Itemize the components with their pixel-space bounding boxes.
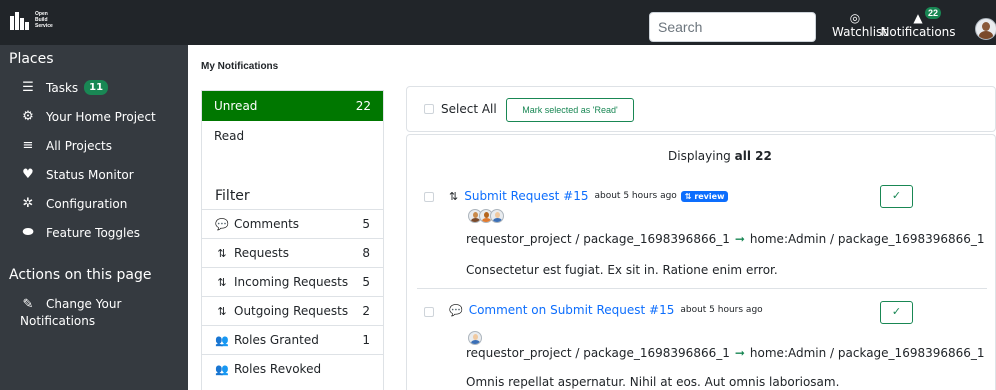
toggle-icon: ⬬ xyxy=(22,225,34,240)
tasks-icon: ☰ xyxy=(22,80,34,95)
tab-read[interactable]: Read xyxy=(202,121,383,151)
search-input[interactable]: Search xyxy=(649,12,816,42)
notification-time: about 5 hours ago xyxy=(594,191,677,201)
avatar-group xyxy=(468,209,504,223)
sidebar-item-configuration[interactable]: ✲ Configuration xyxy=(20,196,128,211)
filter-comments[interactable]: 💬 Comments 5 xyxy=(202,209,383,238)
source-package: requestor_project / package_1698396866_1 xyxy=(466,232,730,246)
list-icon: ≡ xyxy=(22,138,34,153)
sidebar-item-all-projects[interactable]: ≡ All Projects xyxy=(20,138,112,153)
sidebar-action-label-line2[interactable]: Notifications xyxy=(20,314,95,328)
review-badge: ⇅ review xyxy=(680,190,729,202)
notification-title-row: 💬 Comment on Submit Request #15 about 5 … xyxy=(449,303,763,317)
tasks-count-badge: 11 xyxy=(84,80,109,95)
top-navbar: Open Build Service Search ◎ Watchlist ▲ … xyxy=(0,0,996,45)
filter-outgoing-requests[interactable]: ⇅ Outgoing Requests 2 xyxy=(202,296,383,325)
source-package: requestor_project / package_1698396866_1 xyxy=(466,346,730,360)
user-avatar[interactable] xyxy=(975,18,996,40)
edit-icon: ✎ xyxy=(22,297,34,312)
notifications-count-badge: 22 xyxy=(925,7,942,19)
notification-description: Omnis repellat aspernatur. Nihil at eos.… xyxy=(466,375,840,389)
filter-heading: Filter xyxy=(215,188,250,204)
notification-time: about 5 hours ago xyxy=(680,305,763,315)
select-all-checkbox[interactable] xyxy=(424,104,434,114)
unread-count: 22 xyxy=(355,99,371,113)
filter-roles-revoked[interactable]: 👥 Roles Revoked xyxy=(202,354,383,383)
sidebar-item-home-project[interactable]: ⚙ Your Home Project xyxy=(20,109,156,124)
watchlist-label: Watchlist xyxy=(832,25,887,39)
request-icon: ⇅ xyxy=(449,189,459,203)
notifications-button[interactable]: ▲ Notifications xyxy=(880,11,956,39)
sidebar-item-tasks[interactable]: ☰ Tasks 11 xyxy=(20,80,109,95)
avatar xyxy=(468,331,482,345)
page-title: My Notifications xyxy=(201,61,279,72)
sidebar-action-change-notifications[interactable]: ✎ Change Your xyxy=(20,297,122,312)
notification-title-row: ⇅ Submit Request #15 about 5 hours ago ⇅… xyxy=(449,189,729,203)
sidebar-item-feature-toggles[interactable]: ⬬ Feature Toggles xyxy=(20,225,140,240)
mark-read-button[interactable]: ✓ xyxy=(880,301,913,324)
notification-link[interactable]: Submit Request #15 xyxy=(464,189,588,203)
mark-selected-read-button[interactable]: Mark selected as 'Read' xyxy=(506,98,634,122)
user-group-icon: 👥 xyxy=(215,333,229,347)
target-package: home:Admin / package_1698396866_1 xyxy=(749,232,985,246)
home-project-icon: ⚙ xyxy=(22,109,34,124)
comments-icon: 💬 xyxy=(215,217,229,231)
filter-requests[interactable]: ⇅ Requests 8 xyxy=(202,238,383,267)
filter-incoming-requests[interactable]: ⇅ Incoming Requests 5 xyxy=(202,267,383,296)
displaying-count: Displaying all 22 xyxy=(668,149,772,163)
places-heading: Places xyxy=(9,51,54,67)
request-icon: ⇅ xyxy=(217,304,227,318)
arrow-right-icon: ➞ xyxy=(734,346,745,360)
comments-icon: 💬 xyxy=(449,303,463,317)
heartbeat-icon: ♥ xyxy=(22,167,34,182)
avatar-group xyxy=(468,331,482,345)
watchlist-button[interactable]: ◎ Watchlist xyxy=(832,11,887,39)
request-route: requestor_project / package_1698396866_1… xyxy=(466,232,985,246)
target-package: home:Admin / package_1698396866_1 xyxy=(749,346,985,360)
notification-checkbox[interactable] xyxy=(424,192,434,202)
divider xyxy=(417,288,987,289)
obs-logo[interactable]: Open Build Service xyxy=(10,11,65,35)
logo-text: Open Build Service xyxy=(35,11,53,29)
notification-list: Displaying all 22 ⇅ Submit Request #15 a… xyxy=(406,134,996,390)
tab-unread[interactable]: Unread 22 xyxy=(202,91,383,121)
bell-icon: ▲ xyxy=(913,11,923,25)
actions-heading: Actions on this page xyxy=(9,267,152,283)
filter-panel: Unread 22 Read Filter 💬 Comments 5 ⇅ Reque… xyxy=(201,90,384,390)
select-all-label[interactable]: Select All xyxy=(441,102,497,116)
notifications-label: Notifications xyxy=(880,25,956,39)
arrow-right-icon: ➞ xyxy=(734,232,745,246)
sidebar: Places ☰ Tasks 11 ⚙ Your Home Project ≡ … xyxy=(0,45,188,390)
user-group-icon: 👥 xyxy=(215,362,229,376)
notification-checkbox[interactable] xyxy=(424,307,434,317)
notification-description: Consectetur est fugiat. Ex sit in. Ratio… xyxy=(466,263,778,277)
mark-read-button[interactable]: ✓ xyxy=(880,185,913,208)
cogs-icon: ✲ xyxy=(22,196,34,211)
eye-icon: ◎ xyxy=(849,11,861,25)
request-route: requestor_project / package_1698396866_1… xyxy=(466,346,985,360)
notification-link[interactable]: Comment on Submit Request #15 xyxy=(469,303,675,317)
sidebar-item-status-monitor[interactable]: ♥ Status Monitor xyxy=(20,167,134,182)
request-icon: ⇅ xyxy=(217,246,227,260)
avatar xyxy=(490,209,504,223)
bulk-actions-bar: Select All Mark selected as 'Read' xyxy=(406,86,996,132)
obs-logo-icon xyxy=(10,12,30,30)
filter-roles-granted[interactable]: 👥 Roles Granted 1 xyxy=(202,325,383,354)
request-icon: ⇅ xyxy=(217,275,227,289)
